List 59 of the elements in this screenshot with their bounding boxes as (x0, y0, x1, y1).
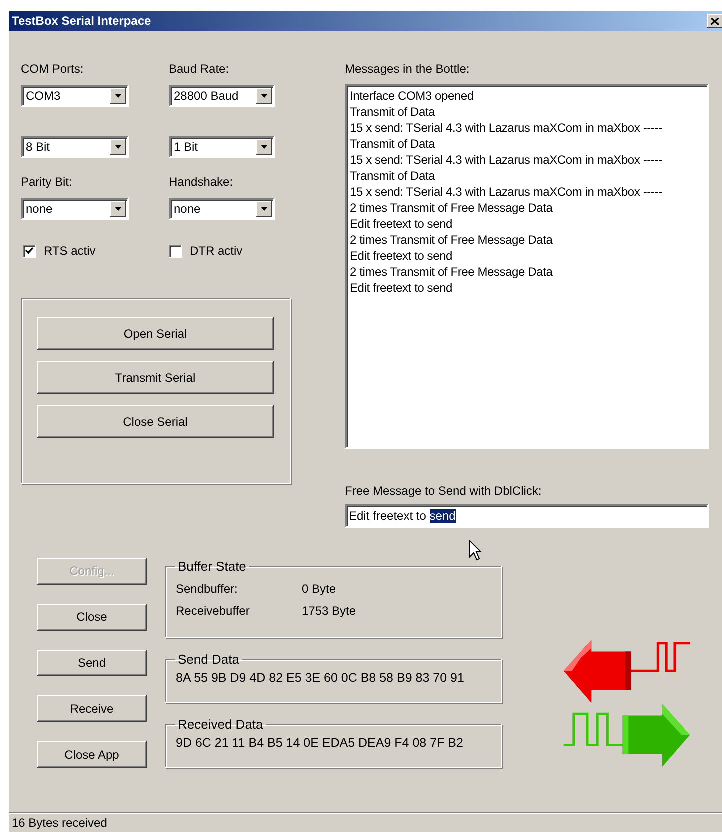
serial-button[interactable]: Close Serial (37, 405, 274, 438)
close-button[interactable] (707, 14, 722, 28)
window-title: TestBox Serial Interpace (12, 14, 152, 28)
list-item: 15 x send: TSerial 4.3 with Lazarus maXCom in maXbox ----- (350, 184, 662, 200)
hex-data: 8A 55 9B D9 4D 82 E5 3E 60 0C B8 58 B9 83 70 91 (176, 671, 464, 686)
check-icon (25, 247, 34, 255)
serial-button[interactable]: Transmit Serial (37, 361, 274, 394)
cursor-icon (469, 540, 482, 561)
field-label: Handshake: (169, 174, 234, 190)
list-item: 2 times Transmit of Free Message Data (350, 200, 553, 216)
dropdown[interactable]: 1 Bit (169, 136, 275, 158)
caret-icon (114, 94, 122, 98)
group-title: Send Data (177, 652, 240, 668)
group-title: Buffer State (177, 559, 248, 574)
action-button[interactable]: Receive (37, 695, 147, 722)
list-item: Edit freetext to send (350, 216, 453, 232)
checkbox[interactable] (169, 244, 182, 258)
list-label: Messages in the Bottle: (345, 61, 470, 77)
field-label: COM Ports: (21, 61, 84, 77)
list-item: Transmit of Data (350, 136, 436, 152)
dropdown[interactable]: COM3 (21, 85, 129, 107)
hex-data: 9D 6C 21 11 B4 B5 14 0E EDA5 DEA9 F4 08 7F B2 (176, 736, 464, 750)
caret-icon (260, 207, 268, 211)
list-item: Edit freetext to send (350, 280, 453, 296)
list-item: Transmit of Data (350, 168, 436, 184)
action-button[interactable]: Close (37, 604, 147, 631)
close-icon (711, 18, 719, 24)
message-list[interactable] (345, 84, 709, 450)
caret-icon (114, 145, 122, 149)
dropdown[interactable]: 8 Bit (21, 136, 129, 158)
dropdown[interactable]: none (21, 198, 129, 220)
buffer-label: Sendbuffer: (176, 581, 238, 598)
group-title: Received Data (177, 717, 264, 732)
field-label: Parity Bit: (21, 174, 72, 190)
buffer-label: Receivebuffer (176, 603, 250, 620)
caret-icon (114, 207, 122, 211)
buffer-value: 0 Byte (302, 581, 336, 598)
list-item: 15 x send: TSerial 4.3 with Lazarus maXCom in maXbox ----- (350, 152, 662, 168)
checkbox-label: RTS activ (44, 244, 96, 258)
caret-icon (260, 94, 268, 98)
list-item: 2 times Transmit of Free Message Data (350, 232, 553, 248)
caret-icon (260, 145, 268, 149)
status-text: 16 Bytes received (12, 816, 108, 830)
action-button[interactable]: Close App (37, 741, 147, 768)
dropdown[interactable]: 28800 Baud (169, 85, 275, 107)
field-label: Free Message to Send with DblClick: (345, 483, 542, 500)
message-input[interactable]: Edit freetext to send (345, 504, 709, 528)
serial-button[interactable]: Open Serial (37, 317, 274, 350)
buffer-value: 1753 Byte (302, 603, 356, 620)
checkbox[interactable] (23, 244, 36, 258)
action-button[interactable]: Send (37, 650, 147, 676)
list-item: Interface COM3 opened (350, 88, 474, 104)
checkbox-label: DTR activ (190, 244, 243, 258)
list-item: Edit freetext to send (350, 248, 453, 264)
field-label: Baud Rate: (169, 61, 230, 77)
list-item: Transmit of Data (350, 104, 436, 120)
list-item: 15 x send: TSerial 4.3 with Lazarus maXCom in maXbox ----- (350, 120, 662, 136)
dropdown[interactable]: none (169, 198, 275, 220)
list-item: 2 times Transmit of Free Message Data (350, 264, 553, 280)
